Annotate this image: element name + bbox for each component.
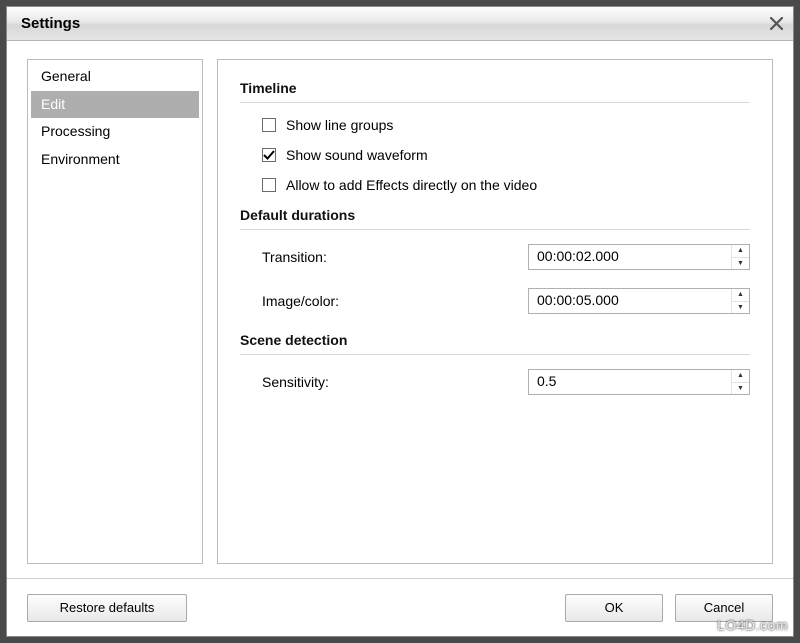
spin-up-button[interactable]: ▲ [732,370,749,383]
row-allow-effects-on-video: Allow to add Effects directly on the vid… [262,177,750,193]
check-icon [263,149,275,161]
input-sensitivity-value[interactable]: 0.5 [529,370,731,394]
dialog-footer: Restore defaults OK Cancel [7,578,793,636]
watermark-text: LO4D.com [717,617,788,633]
close-icon [770,17,783,30]
checkbox-show-sound-waveform[interactable] [262,148,276,162]
nav-item-general[interactable]: General [31,63,199,91]
settings-panel: Timeline Show line groups Show sound wav… [217,59,773,564]
row-image-color: Image/color: 00:00:05.000 ▲ ▼ [262,288,750,314]
section-title-scene-detection: Scene detection [240,332,750,348]
nav-item-edit[interactable]: Edit [31,91,199,119]
content-area: General Edit Processing Environment Time… [7,41,793,578]
section-separator [240,354,750,355]
settings-window: Settings General Edit Processing Environ… [6,6,794,637]
row-sensitivity: Sensitivity: 0.5 ▲ ▼ [262,369,750,395]
label-allow-effects-on-video: Allow to add Effects directly on the vid… [286,177,537,193]
section-title-default-durations: Default durations [240,207,750,223]
spinner-buttons: ▲ ▼ [731,245,749,269]
spin-down-button[interactable]: ▼ [732,383,749,395]
category-list: General Edit Processing Environment [27,59,203,564]
checkbox-allow-effects-on-video[interactable] [262,178,276,192]
label-show-line-groups: Show line groups [286,117,393,133]
spin-down-button[interactable]: ▼ [732,302,749,314]
input-sensitivity[interactable]: 0.5 ▲ ▼ [528,369,750,395]
checkbox-show-line-groups[interactable] [262,118,276,132]
input-image-color[interactable]: 00:00:05.000 ▲ ▼ [528,288,750,314]
label-image-color: Image/color: [262,293,339,309]
close-button[interactable] [765,13,787,35]
spinner-buttons: ▲ ▼ [731,289,749,313]
nav-item-environment[interactable]: Environment [31,146,199,174]
input-image-color-value[interactable]: 00:00:05.000 [529,289,731,313]
row-show-line-groups: Show line groups [262,117,750,133]
label-show-sound-waveform: Show sound waveform [286,147,428,163]
ok-button[interactable]: OK [565,594,663,622]
nav-item-processing[interactable]: Processing [31,118,199,146]
input-transition[interactable]: 00:00:02.000 ▲ ▼ [528,244,750,270]
window-title: Settings [21,15,80,32]
input-transition-value[interactable]: 00:00:02.000 [529,245,731,269]
section-title-timeline: Timeline [240,80,750,96]
section-separator [240,102,750,103]
section-separator [240,229,750,230]
spin-down-button[interactable]: ▼ [732,258,749,270]
spinner-buttons: ▲ ▼ [731,370,749,394]
spin-up-button[interactable]: ▲ [732,289,749,302]
titlebar: Settings [7,7,793,41]
spin-up-button[interactable]: ▲ [732,245,749,258]
label-sensitivity: Sensitivity: [262,374,329,390]
row-show-sound-waveform: Show sound waveform [262,147,750,163]
restore-defaults-button[interactable]: Restore defaults [27,594,187,622]
label-transition: Transition: [262,249,327,265]
row-transition: Transition: 00:00:02.000 ▲ ▼ [262,244,750,270]
